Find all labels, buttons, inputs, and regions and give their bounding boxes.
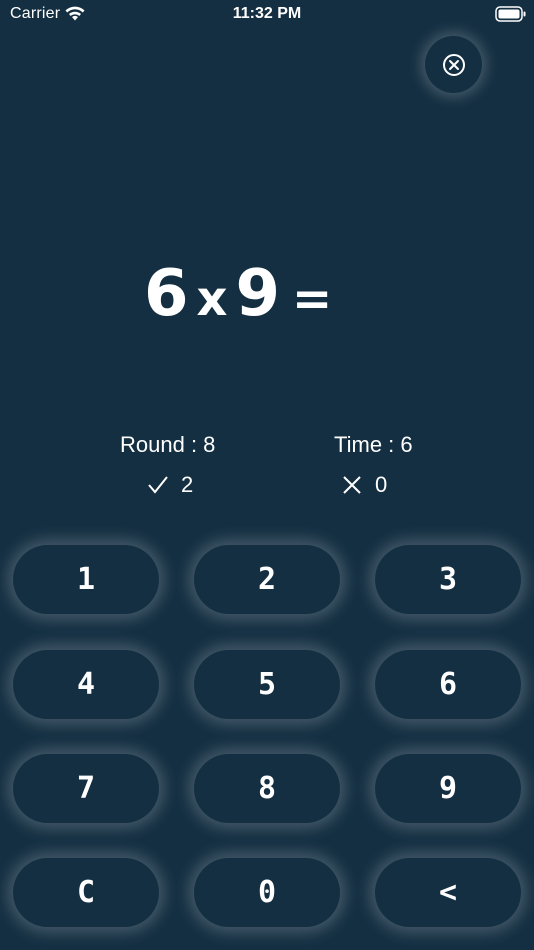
key-4[interactable]: 4 bbox=[13, 650, 159, 719]
key-1[interactable]: 1 bbox=[13, 545, 159, 614]
round-counter: Round : 8 bbox=[120, 432, 216, 457]
battery-icon bbox=[495, 6, 526, 22]
key-7[interactable]: 7 bbox=[13, 754, 159, 823]
checkmark-icon bbox=[148, 476, 168, 494]
close-button[interactable] bbox=[425, 36, 482, 93]
question-expression: 6 x 9 = bbox=[144, 256, 332, 337]
x-mark-icon bbox=[343, 476, 361, 494]
key-9[interactable]: 9 bbox=[375, 754, 521, 823]
status-bar: Carrier 11:32 PM bbox=[0, 0, 534, 28]
key-0[interactable]: 0 bbox=[194, 858, 340, 927]
key-6[interactable]: 6 bbox=[375, 650, 521, 719]
operator: x bbox=[196, 271, 228, 327]
wrong-count: 0 bbox=[341, 472, 387, 498]
key-3[interactable]: 3 bbox=[375, 545, 521, 614]
correct-count: 2 bbox=[147, 472, 193, 498]
equals-sign: = bbox=[292, 271, 333, 327]
key-8[interactable]: 8 bbox=[194, 754, 340, 823]
backspace-key[interactable]: < bbox=[375, 858, 521, 927]
key-5[interactable]: 5 bbox=[194, 650, 340, 719]
wrong-count-value: 0 bbox=[375, 472, 388, 497]
correct-count-value: 2 bbox=[181, 472, 194, 497]
status-time: 11:32 PM bbox=[232, 5, 302, 22]
left-operand: 6 bbox=[144, 257, 189, 331]
right-operand: 9 bbox=[235, 257, 281, 331]
key-2[interactable]: 2 bbox=[194, 545, 340, 614]
close-circle-icon bbox=[442, 53, 465, 76]
time-counter: Time : 6 bbox=[334, 432, 413, 457]
clear-key[interactable]: C bbox=[13, 858, 159, 927]
